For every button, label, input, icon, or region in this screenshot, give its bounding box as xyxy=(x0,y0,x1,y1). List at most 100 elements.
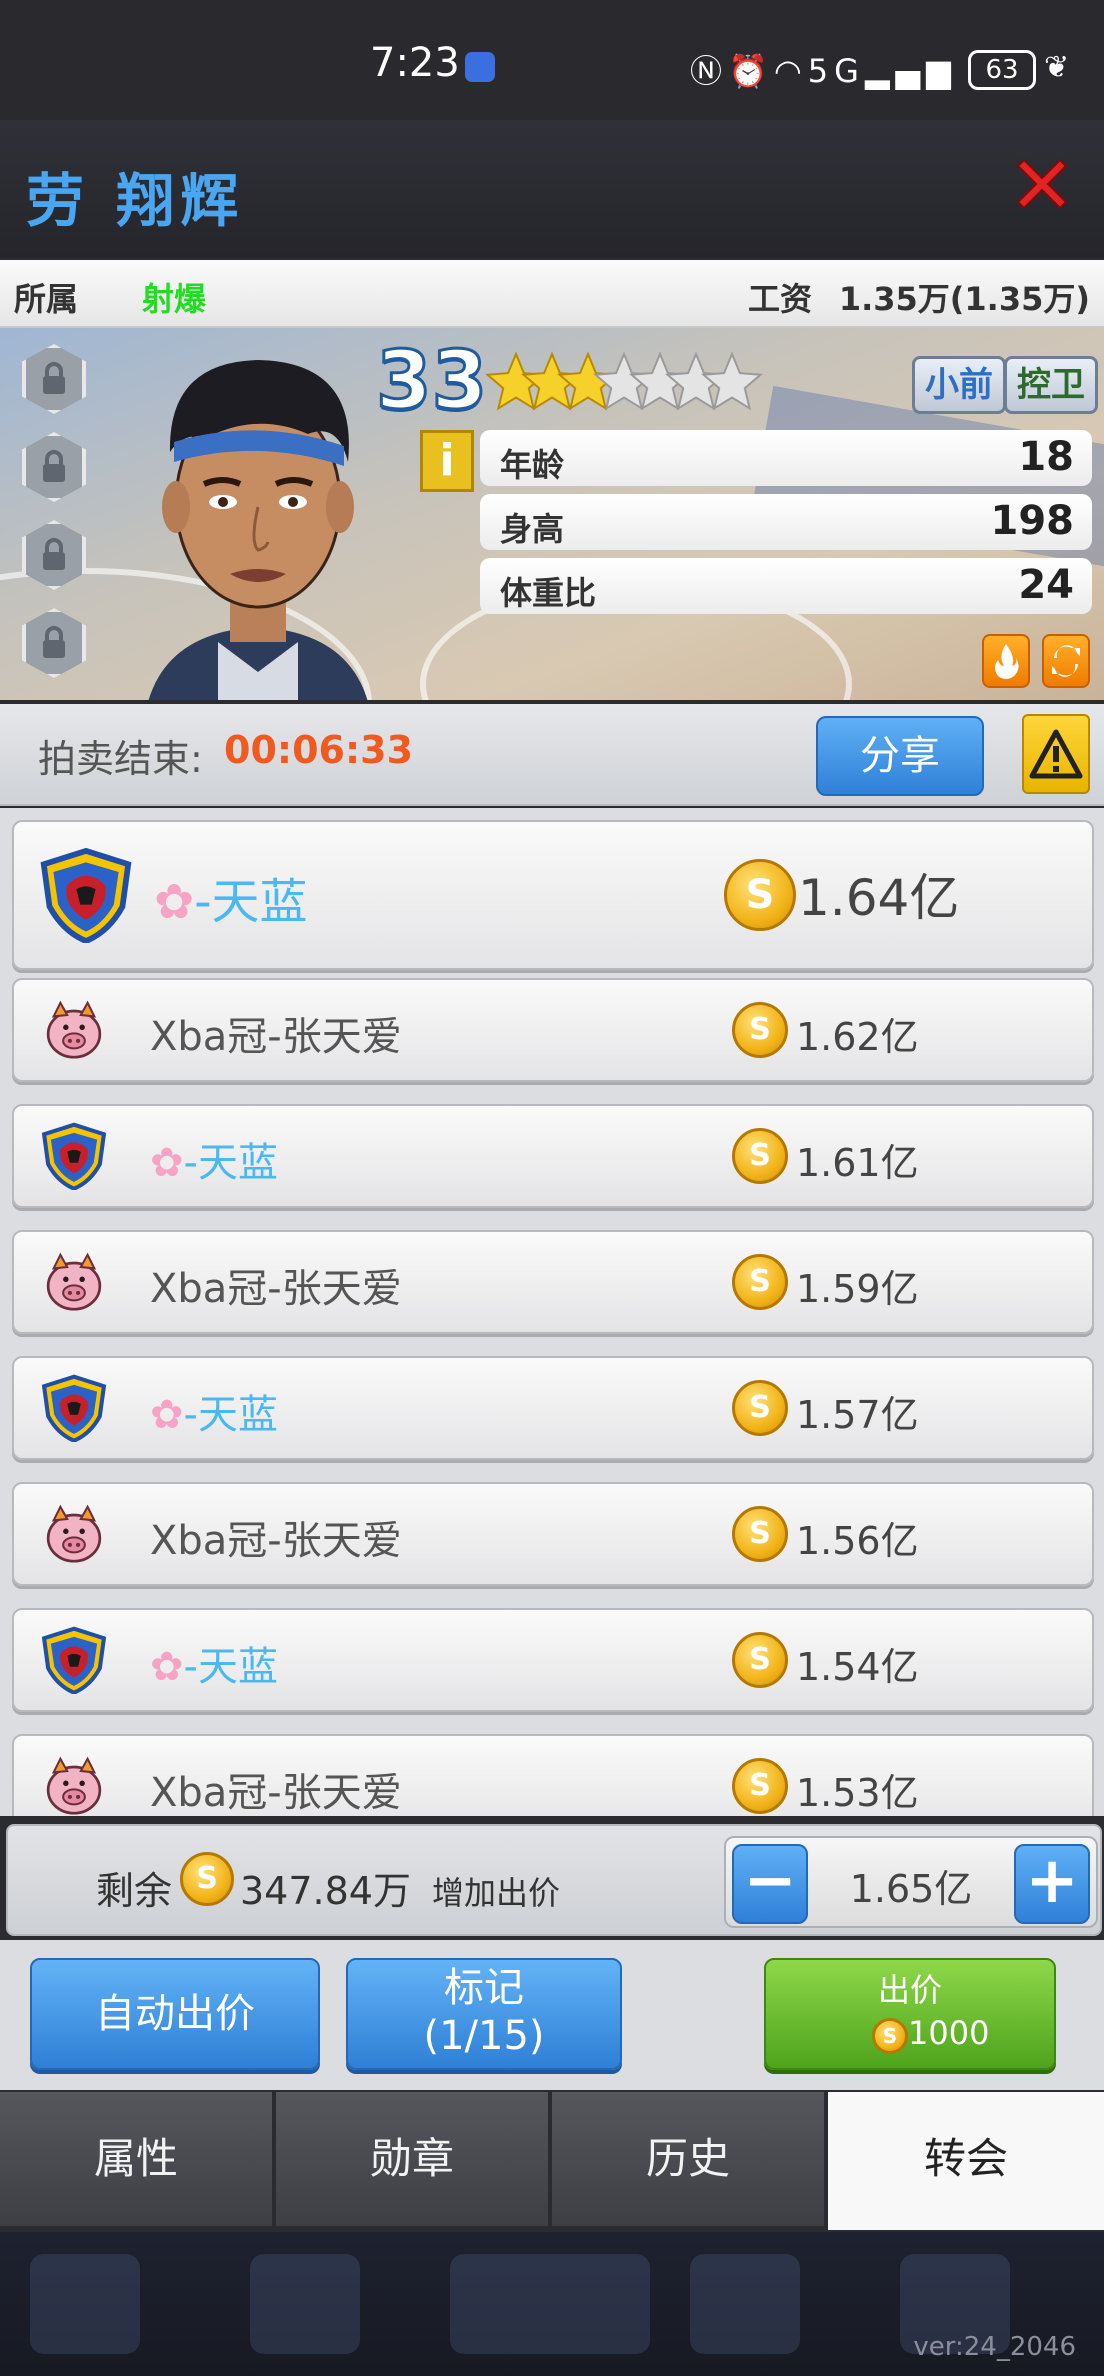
salary-value: 1.35万(1.35万) xyxy=(838,280,1090,318)
tab-badges[interactable]: 勋章 xyxy=(276,2092,551,2226)
version-label: ver:24_2046 xyxy=(913,2332,1076,2362)
team-logo-pig xyxy=(46,1000,102,1059)
coin-icon: S xyxy=(872,2018,908,2054)
report-button[interactable] xyxy=(1022,714,1090,794)
mark-button[interactable]: 标记 (1/15) xyxy=(346,1958,622,2070)
star-rating xyxy=(486,351,763,411)
bid-row[interactable]: ✿-天蓝 S 1.54亿 xyxy=(12,1608,1094,1712)
bidder-name: ✿-天蓝 xyxy=(150,1634,278,1692)
bid-row[interactable]: Xba冠-张天爱 S 1.56亿 xyxy=(12,1482,1094,1586)
bid-controls: 剩余 S 347.84万 增加出价 − 1.65亿 + xyxy=(6,1824,1102,1936)
minus-icon: − xyxy=(743,1844,797,1918)
tab-attributes[interactable]: 属性 xyxy=(0,2092,275,2226)
signal-bars-icon: ▂▄▆ xyxy=(864,52,957,90)
info-button[interactable]: i xyxy=(420,430,474,492)
coin-icon: S xyxy=(732,1506,788,1562)
team-logo-shield xyxy=(40,847,132,943)
bid-amount: 1.57亿 xyxy=(796,1393,919,1437)
bid-row-leading[interactable]: ✿-天蓝 S 1.64亿 xyxy=(12,820,1094,970)
bidder-name: ✿-天蓝 xyxy=(150,1382,278,1440)
bid-amount: 1.64亿 xyxy=(798,869,960,927)
bid-stepper: − 1.65亿 + xyxy=(724,1836,1098,1928)
game-footer-nav: ver:24_2046 xyxy=(0,2232,1104,2376)
remaining-label: 剩余 xyxy=(96,1869,173,1913)
coin-icon: S xyxy=(732,1254,788,1310)
refresh-button[interactable] xyxy=(1042,634,1090,688)
decrease-bid-button[interactable]: − xyxy=(732,1844,808,1924)
refresh-icon xyxy=(1052,645,1080,677)
position-badge-primary: 小前 xyxy=(912,356,1006,414)
lock-icon xyxy=(43,626,65,658)
affiliation-label: 所属 xyxy=(14,280,79,318)
close-icon xyxy=(1016,158,1068,210)
coin-icon: S xyxy=(732,1632,788,1688)
bidder-name-text: Xba冠-张天爱 xyxy=(150,1770,402,1816)
nav-team-icon[interactable] xyxy=(450,2254,650,2354)
auction-bar: 拍卖结束: 00:06:33 分享 xyxy=(0,704,1104,806)
place-bid-button[interactable]: 出价 S 1000 xyxy=(764,1958,1056,2070)
bidder-name: Xba冠-张天爱 xyxy=(150,1760,402,1816)
badge-slot-locked[interactable] xyxy=(22,344,86,414)
player-portrait xyxy=(148,360,368,700)
bottom-tabs: 属性 勋章 历史 转会 xyxy=(0,2092,1104,2230)
coin-icon: S xyxy=(732,1380,788,1436)
tab-history[interactable]: 历史 xyxy=(552,2092,827,2226)
auto-bid-button[interactable]: 自动出价 xyxy=(30,1958,320,2070)
bid-cost: 1000 xyxy=(908,2014,990,2052)
bidder-name: ✿-天蓝 xyxy=(150,1130,278,1188)
bid-amount: 1.61亿 xyxy=(796,1141,919,1185)
share-button[interactable]: 分享 xyxy=(816,716,984,796)
leaf-icon: ❦ xyxy=(1044,50,1070,85)
bid-amount: 1.62亿 xyxy=(796,1015,919,1059)
nav-home-icon[interactable] xyxy=(30,2254,140,2354)
flower-icon: ✿ xyxy=(150,1644,184,1690)
bid-row[interactable]: Xba冠-张天爱 S 1.53亿 xyxy=(12,1734,1094,1816)
status-time: 7:23 xyxy=(370,40,460,86)
action-bar: 自动出价 标记 (1/15) 出价 S 1000 xyxy=(0,1940,1104,2090)
team-logo-shield xyxy=(41,1374,107,1442)
close-button[interactable] xyxy=(1010,152,1074,216)
status-icons: Ⓝ⏰◠5G▂▄▆ xyxy=(690,46,957,92)
bid-list[interactable]: ✿-天蓝 S 1.64亿 Xba冠-张天爱 S 1.62亿 ✿-天蓝 S 1.61亿 Xba冠-张… xyxy=(0,808,1104,1816)
coin-icon: S xyxy=(732,1002,788,1058)
music-app-icon xyxy=(465,52,495,82)
stat-value: 198 xyxy=(990,498,1075,544)
bid-row[interactable]: ✿-天蓝 S 1.57亿 xyxy=(12,1356,1094,1460)
player-card: 33 小前 控卫 i 年龄 18 身高 198 体重比 24 xyxy=(0,328,1104,700)
lock-icon xyxy=(43,362,65,394)
bid-row[interactable]: Xba冠-张天爱 S 1.59亿 xyxy=(12,1230,1094,1334)
badge-slot-locked[interactable] xyxy=(22,432,86,502)
tab-transfer[interactable]: 转会 xyxy=(828,2092,1104,2230)
bidder-name-text: -天蓝 xyxy=(183,1644,278,1690)
bidder-name: Xba冠-张天爱 xyxy=(150,1508,402,1566)
stat-label: 身高 xyxy=(500,510,565,548)
flower-icon: ✿ xyxy=(150,1140,184,1186)
stat-label: 年龄 xyxy=(500,446,565,484)
bidder-name-text: Xba冠-张天爱 xyxy=(150,1014,402,1060)
bidder-name: Xba冠-张天爱 xyxy=(150,1004,402,1062)
nav-social-icon[interactable] xyxy=(690,2254,800,2354)
bidder-name-text: -天蓝 xyxy=(194,874,308,930)
bidder-name-text: Xba冠-张天爱 xyxy=(150,1266,402,1312)
nav-shop-icon[interactable] xyxy=(250,2254,360,2354)
bid-row[interactable]: Xba冠-张天爱 S 1.62亿 xyxy=(12,978,1094,1082)
increase-bid-button[interactable]: + xyxy=(1014,1844,1090,1924)
stat-row-age: 年龄 18 xyxy=(480,430,1092,486)
lock-icon xyxy=(43,450,65,482)
stat-label: 体重比 xyxy=(500,574,597,612)
info-strip: 所属 射爆 工资 1.35万(1.35万) xyxy=(0,260,1104,328)
bid-value: 1.65亿 xyxy=(849,1867,973,1911)
overall-rating: 33 xyxy=(374,333,488,429)
lock-icon xyxy=(43,538,65,570)
bid-amount: 1.56亿 xyxy=(796,1519,919,1563)
bid-row[interactable]: ✿-天蓝 S 1.61亿 xyxy=(12,1104,1094,1208)
increase-bid-label: 增加出价 xyxy=(432,1874,561,1912)
flower-icon: ✿ xyxy=(150,1392,184,1438)
fire-button[interactable] xyxy=(982,634,1030,688)
nfc-icon: Ⓝ xyxy=(690,52,729,90)
stat-row-height: 身高 198 xyxy=(480,494,1092,550)
remaining-amount: 347.84万 xyxy=(240,1869,411,1913)
bid-label: 出价 xyxy=(877,1971,942,2009)
team-logo-pig xyxy=(46,1756,102,1815)
bidder-name-text: Xba冠-张天爱 xyxy=(150,1518,402,1564)
